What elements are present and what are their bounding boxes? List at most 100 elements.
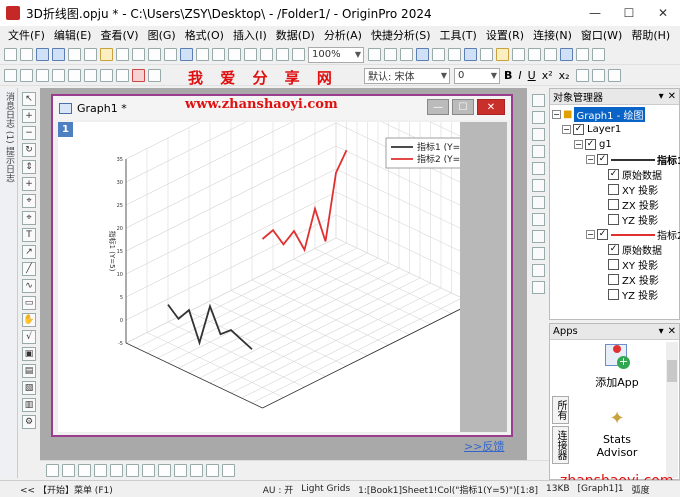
text-tool-icon[interactable]: T	[22, 228, 36, 242]
graph-minimize-button[interactable]: —	[427, 99, 449, 115]
xy-projection-checkbox[interactable]	[608, 259, 619, 270]
learning-center-icon[interactable]	[544, 48, 557, 61]
batch-icon[interactable]	[212, 48, 225, 61]
3d-tilt-icon[interactable]	[190, 464, 203, 477]
redo-icon[interactable]	[20, 69, 33, 82]
3d-rotate-icon[interactable]	[174, 464, 187, 477]
menu-connect[interactable]: 连接(N)	[533, 27, 572, 43]
collapse-icon[interactable]: −	[586, 230, 595, 239]
graph-maximize-button[interactable]: ☐	[452, 99, 474, 115]
menu-file[interactable]: 文件(F)	[8, 27, 45, 43]
duplicate-icon[interactable]	[228, 48, 241, 61]
grid-icon[interactable]	[531, 230, 545, 243]
stats-advisor-item[interactable]: ✦ Stats Advisor	[572, 408, 662, 459]
settings-icon[interactable]: ⚙	[22, 415, 36, 429]
group-checkbox[interactable]: ✓	[585, 139, 596, 150]
screen-reader-icon[interactable]: ⌖	[22, 194, 36, 208]
tab-connectors[interactable]: 连接器	[552, 426, 569, 464]
apps-scrollbar[interactable]	[666, 342, 678, 478]
lock-icon[interactable]: ▤	[22, 364, 36, 378]
merge-icon[interactable]	[531, 196, 545, 209]
symbol-size-icon[interactable]	[142, 464, 155, 477]
rectangle-tool-icon[interactable]: ▭	[22, 296, 36, 310]
series2-checkbox[interactable]: ✓	[597, 229, 608, 240]
superscript-button[interactable]: x²	[542, 69, 553, 82]
layer-mode-icon[interactable]	[158, 464, 171, 477]
maximize-button[interactable]: ☐	[612, 0, 646, 26]
minimize-button[interactable]: —	[578, 0, 612, 26]
font-size-select[interactable]: 0 ▼	[454, 67, 500, 84]
align-icon[interactable]	[591, 69, 605, 82]
zx-projection-checkbox[interactable]	[608, 199, 619, 210]
panel-menu-icon[interactable]: ▾	[659, 91, 664, 102]
tooltip-icon[interactable]	[560, 48, 573, 61]
menu-tools[interactable]: 工具(T)	[440, 27, 477, 43]
menu-view[interactable]: 查看(V)	[100, 27, 138, 43]
greek-icon[interactable]	[575, 69, 589, 82]
fill-icon[interactable]	[94, 464, 107, 477]
data-selector-icon[interactable]: ⌖	[22, 211, 36, 225]
code-builder-icon[interactable]	[260, 48, 273, 61]
layer-checkbox[interactable]: ✓	[573, 124, 584, 135]
table-icon[interactable]	[531, 179, 545, 192]
symbol-icon[interactable]	[126, 464, 139, 477]
tree-item-graph[interactable]: − ■ Graph1 - 绘图	[552, 107, 646, 122]
subscript-button[interactable]: x₂	[559, 69, 570, 82]
copy-icon[interactable]	[68, 69, 81, 82]
zx-projection-checkbox[interactable]	[608, 274, 619, 285]
print-icon[interactable]	[368, 48, 381, 61]
collapse-icon[interactable]: −	[552, 110, 561, 119]
3d-reset-icon[interactable]	[222, 464, 235, 477]
line-tool-icon[interactable]: ╱	[22, 262, 36, 276]
graph-close-button[interactable]: ✕	[477, 99, 505, 115]
underline-button[interactable]: U	[528, 69, 536, 82]
collapse-icon[interactable]: −	[562, 125, 571, 134]
zoom-select[interactable]: 100% ▼	[308, 46, 364, 63]
tree-item-raw-data[interactable]: ✓ 原始数据	[608, 167, 662, 182]
tree-item-group[interactable]: − ✓ g1	[574, 137, 612, 152]
new-graph-icon[interactable]	[52, 48, 65, 61]
menu-settings[interactable]: 设置(R)	[486, 27, 524, 43]
series1-checkbox[interactable]: ✓	[597, 154, 608, 165]
close-button[interactable]: ✕	[646, 0, 680, 26]
swap-icon[interactable]	[531, 247, 545, 260]
xy-projection-checkbox[interactable]	[608, 184, 619, 195]
import-icon[interactable]	[164, 48, 177, 61]
open-icon[interactable]	[100, 48, 113, 61]
layout-icon[interactable]	[416, 48, 429, 61]
new-project-icon[interactable]	[4, 48, 17, 61]
pan-icon[interactable]	[36, 69, 49, 82]
tree-item-yz-projection[interactable]: YZ 投影	[608, 212, 658, 227]
help-icon[interactable]	[576, 48, 589, 61]
save-icon[interactable]	[132, 48, 145, 61]
new-folder-icon[interactable]	[20, 48, 33, 61]
axis-icon[interactable]	[531, 128, 545, 141]
menu-analysis[interactable]: 分析(A)	[324, 27, 362, 43]
bold-button[interactable]: B	[504, 69, 512, 82]
text-color-icon[interactable]	[607, 69, 621, 82]
collapse-icon[interactable]: −	[586, 155, 595, 164]
delete-icon[interactable]	[132, 69, 145, 82]
panel-close-icon[interactable]: ✕	[668, 326, 676, 337]
new-matrix-icon[interactable]	[68, 48, 81, 61]
menu-insert[interactable]: 插入(I)	[233, 27, 267, 43]
tab-all[interactable]: 所有	[552, 396, 569, 424]
rotate-icon[interactable]: ↻	[22, 143, 36, 157]
extract-icon[interactable]	[531, 264, 545, 277]
curve-tool-icon[interactable]: ∿	[22, 279, 36, 293]
undo-icon[interactable]	[4, 69, 17, 82]
formula-icon[interactable]: √	[22, 330, 36, 344]
search-icon[interactable]	[592, 48, 605, 61]
add-app-item[interactable]: + 添加App	[572, 344, 662, 390]
raw-data-checkbox[interactable]: ✓	[608, 169, 619, 180]
menu-format[interactable]: 格式(O)	[185, 27, 224, 43]
align-layers-icon[interactable]	[531, 281, 545, 294]
feedback-link[interactable]: >>反馈	[464, 438, 504, 454]
layer-number-button[interactable]: 1	[58, 122, 73, 137]
scrollbar-thumb[interactable]	[667, 360, 677, 382]
status-start[interactable]: << 【开始】菜单 (F1)	[20, 483, 113, 496]
menu-edit[interactable]: 编辑(E)	[54, 27, 92, 43]
arrow-tool-icon[interactable]: ↗	[22, 245, 36, 259]
zoom-in-icon[interactable]: +	[22, 109, 36, 123]
graph-page[interactable]: -505101520253035指标1 (Y=5)指标1 (Y=5)指标2 (Y…	[58, 53, 491, 432]
